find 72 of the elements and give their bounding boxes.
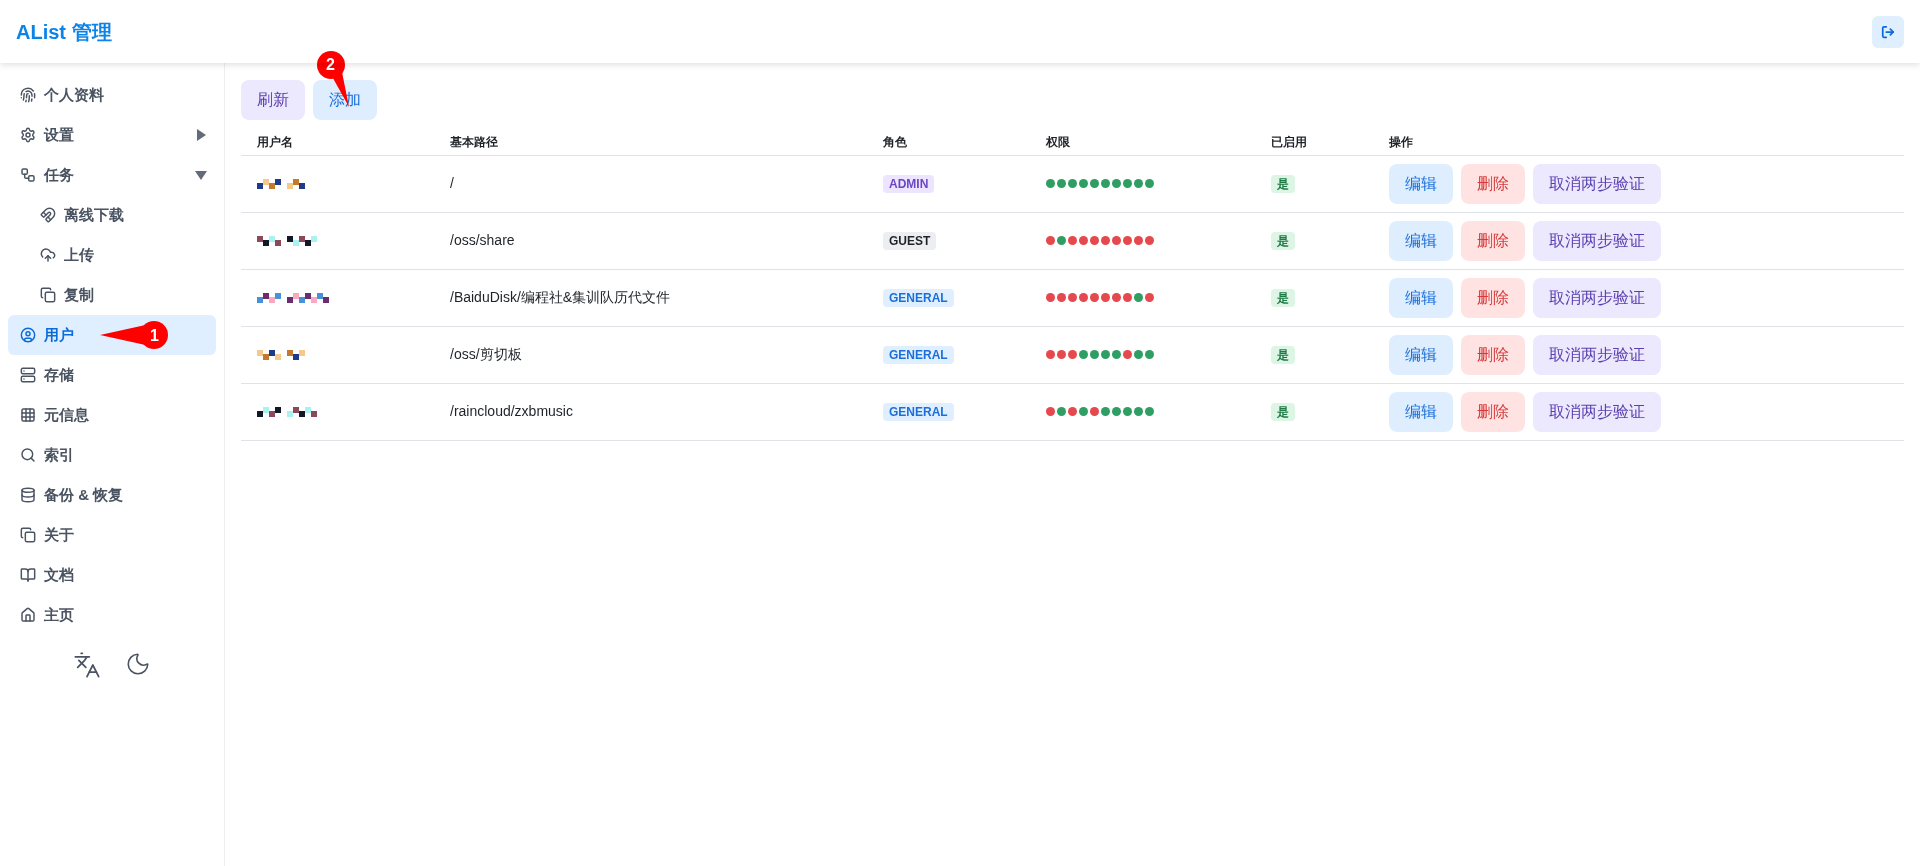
pixelated-username-drawing [257,290,329,305]
role-tag: GENERAL [883,289,954,307]
edit-button[interactable]: 编辑 [1389,163,1453,204]
delete-button[interactable]: 删除 [1461,334,1525,375]
edit-button[interactable]: 编辑 [1389,391,1453,432]
magnet-icon [40,207,56,223]
server-icon [20,367,36,383]
column-header: 角色 [867,129,1030,155]
sidebar-item[interactable]: 文档 [8,555,216,595]
column-header: 已启用 [1255,129,1373,155]
annotation-number: 2 [326,55,335,75]
delete-button[interactable]: 删除 [1461,163,1525,204]
enabled-tag: 是 [1271,289,1295,307]
disable-2fa-button[interactable]: 取消两步验证 [1533,163,1661,204]
disable-2fa-button[interactable]: 取消两步验证 [1533,334,1661,375]
book-icon [20,567,36,583]
refresh-button[interactable]: 刷新 [241,80,305,120]
sidebar-item[interactable]: 个人资料 [8,75,216,115]
sidebar-item[interactable]: 上传 [8,235,216,275]
disable-2fa-button[interactable]: 取消两步验证 [1533,277,1661,318]
table-cell: /raincloud/zxbmusic [450,403,573,419]
disable-2fa-button[interactable]: 取消两步验证 [1533,220,1661,261]
column-header: 操作 [1373,129,1904,155]
sidebar-item[interactable]: 索引 [8,435,216,475]
column-header: 用户名 [241,129,434,155]
enabled-tag: 是 [1271,403,1295,421]
sidebar-item[interactable]: 设置 [8,115,216,155]
app-title: AList 管理 [16,19,112,45]
search-icon [20,447,36,463]
edit-button[interactable]: 编辑 [1389,220,1453,261]
sidebar-item[interactable]: 复制 [8,275,216,315]
edit-button[interactable]: 编辑 [1389,334,1453,375]
column-header: 权限 [1030,129,1255,155]
sidebar-item[interactable]: 离线下载 [8,195,216,235]
language-icon[interactable] [73,651,101,679]
role-tag: GENERAL [883,403,954,421]
table-cell: /oss/剪切板 [450,346,522,362]
flow-icon [20,167,36,183]
cloud-upload-icon [40,247,56,263]
sidebar-item[interactable]: 关于 [8,515,216,555]
sidebar-item[interactable]: 任务 [8,155,216,195]
grid-icon [20,407,36,423]
user-circle-icon [20,327,36,343]
sidebar-item[interactable]: 元信息 [8,395,216,435]
role-tag: ADMIN [883,175,935,193]
role-tag: GUEST [883,232,937,250]
delete-button[interactable]: 删除 [1461,220,1525,261]
column-header: 基本路径 [434,129,867,155]
fingerprint-icon [20,87,36,103]
enabled-tag: 是 [1271,232,1295,250]
delete-button[interactable]: 删除 [1461,391,1525,432]
logout-button[interactable] [1872,15,1904,48]
sidebar-item[interactable]: 备份 & 恢复 [8,475,216,515]
role-tag: GENERAL [883,346,954,364]
annotation-number: 1 [150,326,159,346]
home-icon [20,607,36,623]
edit-button[interactable]: 编辑 [1389,277,1453,318]
table-cell: /oss/share [450,232,515,248]
copy-icon [20,527,36,543]
logout-icon [1881,24,1895,39]
dark-mode-icon[interactable] [125,651,151,677]
delete-button[interactable]: 删除 [1461,277,1525,318]
table-cell: /BaiduDisk/编程社&集训队历代文件 [450,289,671,305]
database-icon [20,487,36,503]
table-cell: / [450,175,454,191]
settings-icon [20,127,36,143]
sidebar-item[interactable]: 主页 [8,595,216,635]
disable-2fa-button[interactable]: 取消两步验证 [1533,391,1661,432]
sidebar-item[interactable]: 存储 [8,355,216,395]
enabled-tag: 是 [1271,175,1295,193]
copy-icon [40,287,56,303]
enabled-tag: 是 [1271,346,1295,364]
